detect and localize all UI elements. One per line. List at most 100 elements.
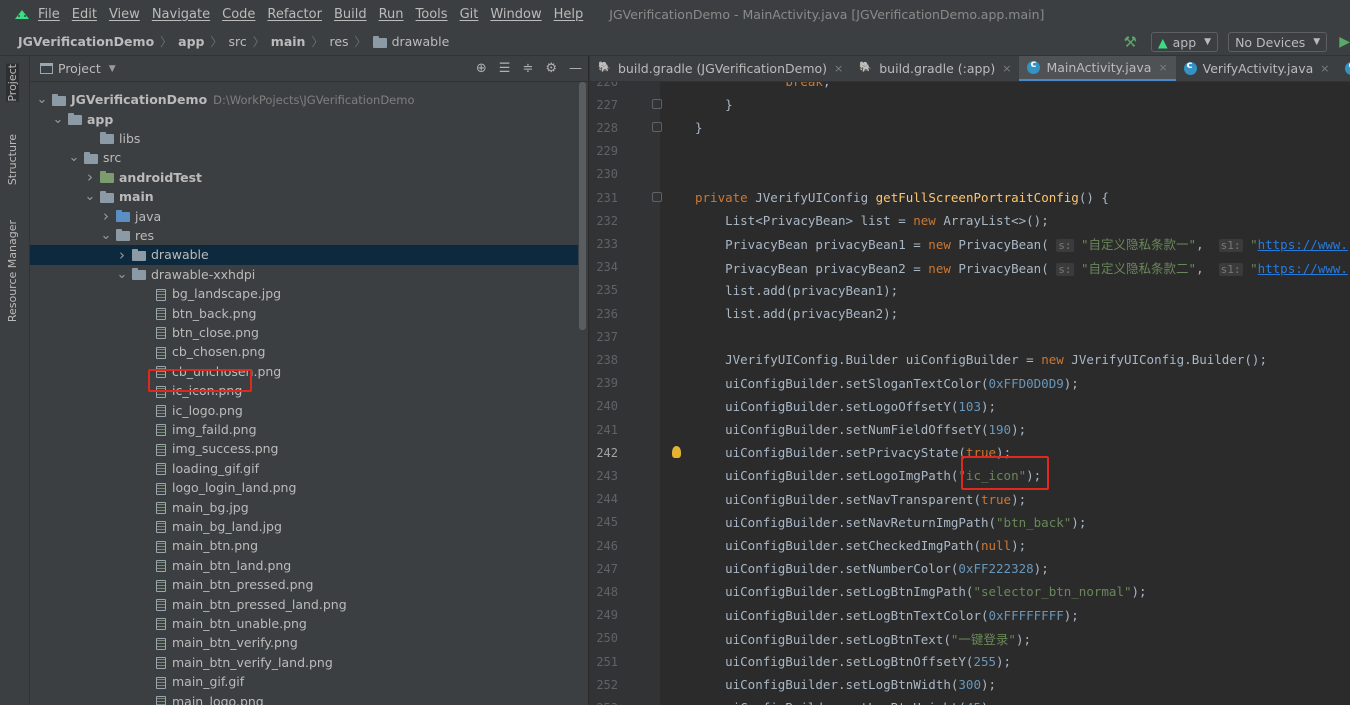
device-select[interactable]: No Devices ▼ [1228, 32, 1328, 52]
breadcrumb-src[interactable]: src [229, 34, 247, 49]
close-tab-icon[interactable]: × [834, 62, 843, 75]
breadcrumb-app[interactable]: app [178, 34, 204, 49]
expand-all-icon[interactable]: ☰ [499, 61, 511, 76]
tree-item[interactable]: main_logo.png [30, 691, 578, 705]
code-line: 228} [590, 116, 1350, 139]
menu-build[interactable]: Build [334, 7, 367, 22]
chevron-right-icon[interactable]: › [116, 246, 128, 264]
tree-item[interactable]: ic_logo.png [30, 400, 578, 419]
menu-refactor[interactable]: Refactor [267, 7, 322, 22]
tree-item-label: main_bg.jpg [172, 499, 249, 515]
close-tab-icon[interactable]: × [1158, 61, 1167, 74]
tree-item[interactable]: main_btn_unable.png [30, 614, 578, 633]
tree-item[interactable]: cb_unchosen.png [30, 362, 578, 381]
tree-item[interactable]: logo_login_land.png [30, 478, 578, 497]
tree-item[interactable]: img_faild.png [30, 420, 578, 439]
menu-file[interactable]: File [38, 7, 60, 22]
editor-tabs: 🐘 build.gradle (JGVerificationDemo) × 🐘 buil… [590, 56, 1350, 82]
tree-item[interactable]: btn_back.png [30, 303, 578, 322]
tree-item-label: img_success.png [172, 441, 279, 457]
menu-window[interactable]: Window [490, 7, 541, 22]
fold-marker-icon[interactable] [652, 99, 662, 110]
run-icon[interactable]: ▶ [1339, 34, 1350, 50]
tree-item[interactable]: main_btn_land.png [30, 556, 578, 575]
fold-marker-icon[interactable] [652, 122, 662, 133]
menu-run[interactable]: Run [379, 7, 404, 22]
gradle-icon: 🐘 [598, 62, 611, 73]
locate-icon[interactable]: ⊕ [476, 61, 487, 76]
editor-tab[interactable]: PhoneUtils [1337, 56, 1350, 81]
tree-item[interactable]: main_btn_pressed.png [30, 575, 578, 594]
editor-tab[interactable]: MainActivity.java × [1019, 56, 1176, 81]
code-line: 240 uiConfigBuilder.setLogoOffsetY(103); [590, 395, 1350, 418]
tree-item[interactable]: ⌄ res [30, 226, 578, 245]
tree-item[interactable]: ic_icon.png [30, 381, 578, 400]
menu-edit[interactable]: Edit [72, 7, 97, 22]
tree-item[interactable]: ⌄ drawable-xxhdpi [30, 265, 578, 284]
tree-item[interactable]: ⌄ main [30, 187, 578, 206]
build-hammer-icon[interactable]: ⚒ [1124, 33, 1137, 51]
run-config-select[interactable]: ▲ app ▼ [1150, 32, 1219, 52]
editor-tab[interactable]: 🐘 build.gradle (:app) × [851, 56, 1019, 81]
tree-item[interactable]: libs [30, 129, 578, 148]
chevron-down-icon[interactable]: ⌄ [52, 112, 64, 127]
tree-item[interactable]: img_success.png [30, 439, 578, 458]
menu-code[interactable]: Code [222, 7, 255, 22]
hide-icon[interactable]: — [569, 61, 582, 76]
tree-item[interactable]: main_btn.png [30, 536, 578, 555]
chevron-down-icon[interactable]: ⌄ [116, 267, 128, 282]
tree-item-label: main_btn_verify_land.png [172, 654, 333, 670]
close-tab-icon[interactable]: × [1320, 62, 1329, 75]
tree-item[interactable]: btn_close.png [30, 323, 578, 342]
tree-item[interactable]: main_gif.gif [30, 672, 578, 691]
tree-item[interactable]: ⌄ src [30, 148, 578, 167]
tree-item[interactable]: › androidTest [30, 168, 578, 187]
view-dropdown-icon[interactable]: ▼ [109, 64, 116, 74]
chevron-right-icon[interactable]: › [100, 207, 112, 225]
side-tab-structure[interactable]: Structure [6, 134, 19, 185]
tree-item-label: main_btn_pressed_land.png [172, 596, 347, 612]
chevron-right-icon[interactable]: › [84, 168, 96, 186]
menu-git[interactable]: Git [460, 7, 479, 22]
menu-help[interactable]: Help [554, 7, 584, 22]
tree-item[interactable]: main_btn_verify.png [30, 633, 578, 652]
fold-marker-icon[interactable] [652, 192, 662, 202]
tree-item[interactable]: › drawable [30, 245, 578, 265]
tree-item[interactable]: main_btn_pressed_land.png [30, 594, 578, 613]
menu-view[interactable]: View [109, 7, 140, 22]
editor-tab[interactable]: 🐘 build.gradle (JGVerificationDemo) × [590, 56, 851, 81]
chevron-down-icon[interactable]: ⌄ [68, 150, 80, 165]
image-file-icon [156, 657, 166, 670]
breadcrumb-main[interactable]: main [271, 34, 306, 49]
project-scrollbar[interactable] [579, 82, 586, 330]
tree-item[interactable]: › java [30, 206, 578, 225]
side-tab-resource-manager[interactable]: Resource Manager [6, 220, 19, 322]
code-line: 234 PrivacyBean privacyBean2 = new Priva… [590, 256, 1350, 279]
side-tab-project[interactable]: Project [6, 64, 19, 102]
chevron-down-icon[interactable]: ⌄ [36, 92, 48, 107]
tree-item[interactable]: loading_gif.gif [30, 459, 578, 478]
project-panel-title[interactable]: Project [58, 61, 101, 76]
collapse-all-icon[interactable]: ≑ [522, 61, 533, 76]
tree-item[interactable]: bg_landscape.jpg [30, 284, 578, 303]
chevron-down-icon[interactable]: ⌄ [84, 189, 96, 204]
tree-item[interactable]: main_bg_land.jpg [30, 517, 578, 536]
lightbulb-icon[interactable] [672, 446, 681, 459]
tree-item[interactable]: main_btn_verify_land.png [30, 653, 578, 672]
menu-navigate[interactable]: Navigate [152, 7, 210, 22]
code-area[interactable]: 226 break;227 }228}229230231private JVer… [590, 82, 1350, 705]
tree-item[interactable]: main_bg.jpg [30, 497, 578, 516]
tree-item[interactable]: cb_chosen.png [30, 342, 578, 361]
breadcrumb-drawable[interactable]: drawable [392, 34, 450, 49]
breadcrumb-project[interactable]: JGVerificationDemo [18, 34, 154, 49]
tree-item-label: btn_back.png [172, 305, 257, 321]
editor-tab[interactable]: VerifyActivity.java × [1176, 56, 1338, 81]
tree-item-label: main_btn_verify.png [172, 635, 298, 651]
tree-item[interactable]: ⌄ app [30, 109, 578, 128]
breadcrumb-res[interactable]: res [329, 34, 348, 49]
chevron-down-icon[interactable]: ⌄ [100, 228, 112, 243]
tree-item[interactable]: ⌄ JGVerificationDemo D:\WorkPojects\JGVeri… [30, 90, 578, 109]
close-tab-icon[interactable]: × [1002, 62, 1011, 75]
gear-icon[interactable]: ⚙ [545, 61, 557, 76]
menu-tools[interactable]: Tools [416, 7, 448, 22]
